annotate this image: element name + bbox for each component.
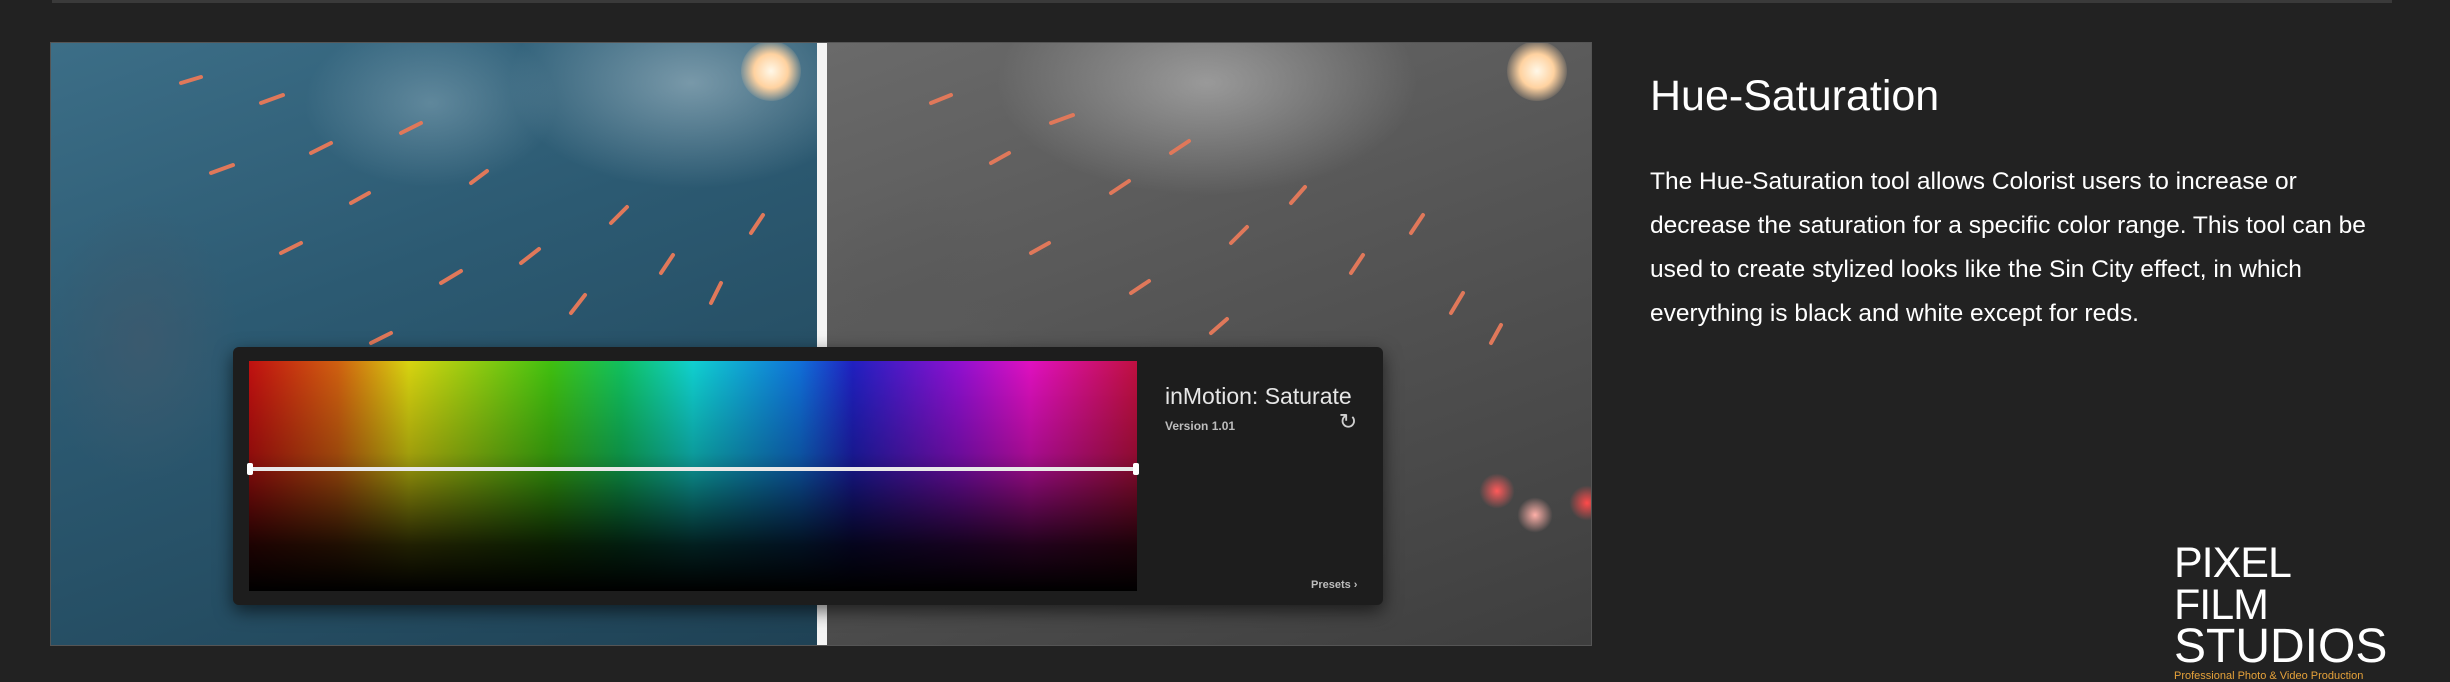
logo-line1: PIXEL FILM: [2174, 539, 2290, 629]
section-heading: Hue-Saturation: [1650, 72, 1940, 120]
section-description: The Hue-Saturation tool allows Colorist …: [1650, 168, 2366, 327]
plugin-title: inMotion: Saturate: [1165, 383, 1352, 409]
saturation-curve[interactable]: [249, 467, 1137, 471]
logo-line2: STUDIOS: [2174, 620, 2388, 673]
plugin-panel: inMotion: Saturate Version 1.01 ↻ Preset…: [233, 347, 1383, 605]
curve-handle-left[interactable]: [247, 463, 253, 475]
before-after-comparison: inMotion: Saturate Version 1.01 ↻ Preset…: [50, 42, 1592, 646]
hue-spectrum-graph[interactable]: [249, 361, 1137, 591]
refresh-icon[interactable]: ↻: [1337, 411, 1359, 433]
curve-handle-right[interactable]: [1133, 463, 1139, 475]
brand-logo: PIXEL FILM STUDIOS Professional Photo & …: [2174, 539, 2388, 682]
top-divider: [52, 0, 2392, 3]
plugin-version: Version 1.01: [1165, 419, 1236, 433]
presets-link[interactable]: Presets ›: [1311, 579, 1357, 591]
